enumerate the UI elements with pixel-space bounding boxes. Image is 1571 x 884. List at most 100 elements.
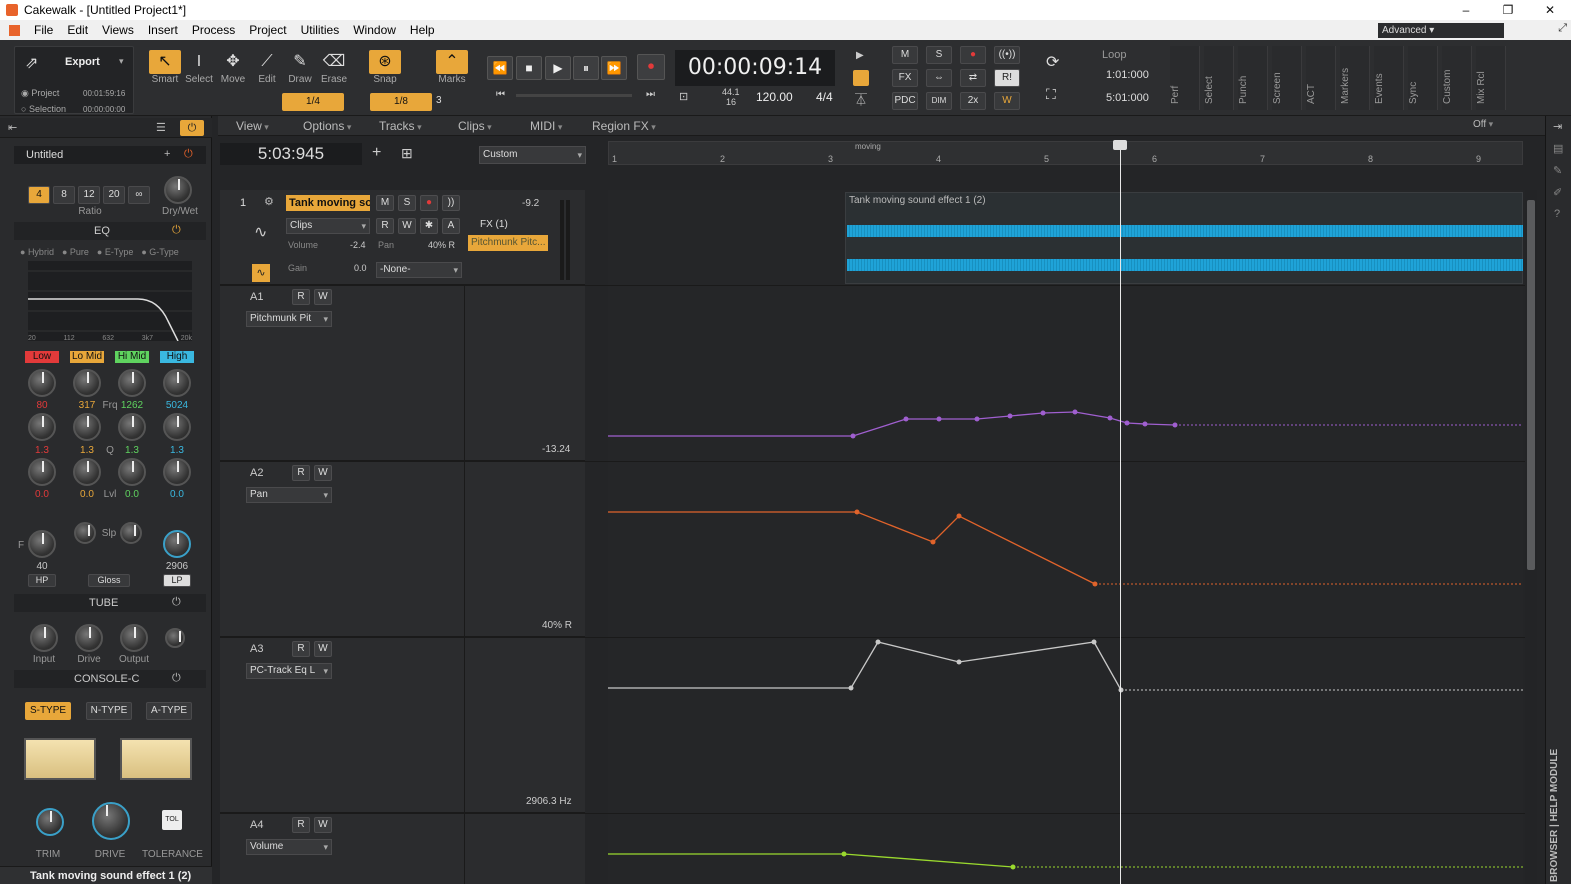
- sync-module[interactable]: Sync: [1408, 46, 1438, 110]
- menu-insert[interactable]: Insert: [141, 23, 185, 37]
- automation-lanes-toggle[interactable]: ∿: [252, 264, 270, 282]
- midi-menu[interactable]: MIDI: [530, 119, 562, 133]
- track-solo-button[interactable]: S: [398, 195, 416, 211]
- high-freq-knob[interactable]: [163, 369, 191, 397]
- screen-module[interactable]: Screen: [1272, 46, 1302, 110]
- band-himid-label[interactable]: Hi Mid: [115, 351, 149, 363]
- lane-a4-read-button[interactable]: R: [292, 817, 310, 833]
- region-fx-menu[interactable]: Region FX: [592, 119, 656, 133]
- lane-a3-read-button[interactable]: R: [292, 641, 310, 657]
- fx-bypass-button[interactable]: FX: [892, 69, 918, 87]
- metronome-toggle[interactable]: ⊡: [679, 90, 688, 103]
- record-button[interactable]: ⏺: [637, 54, 665, 80]
- grid-value-select[interactable]: 1/8: [370, 93, 432, 111]
- marker-moving[interactable]: moving: [855, 142, 881, 151]
- selection-radio[interactable]: ○ Selection: [21, 104, 66, 114]
- list-icon[interactable]: ☰: [156, 121, 166, 134]
- marks-button[interactable]: ⌃ Marks: [436, 50, 468, 88]
- loop-start-value[interactable]: 1:01:000: [1106, 69, 1149, 81]
- lane-a2-param-select[interactable]: Pan: [246, 487, 332, 503]
- move-tool[interactable]: ✥ Move: [217, 50, 249, 88]
- band-lomid-label[interactable]: Lo Mid: [70, 351, 104, 363]
- ratio-inf-button[interactable]: ∞: [128, 186, 150, 204]
- snap-button[interactable]: ⊛ Snap: [369, 50, 401, 88]
- lomid-level-knob[interactable]: [73, 458, 101, 486]
- preset-power-icon[interactable]: ⏻: [184, 148, 193, 161]
- time-display[interactable]: 00:00:09:14: [675, 50, 835, 86]
- track-mute-button[interactable]: M: [376, 195, 394, 211]
- export-button[interactable]: Export: [65, 56, 100, 68]
- low-q-knob[interactable]: [28, 413, 56, 441]
- himid-q-knob[interactable]: [118, 413, 146, 441]
- eq-power-icon[interactable]: ⏻: [172, 224, 181, 237]
- tube-input-knob[interactable]: [30, 624, 58, 652]
- volume-value[interactable]: -2.4: [350, 240, 366, 250]
- fx-bin-label[interactable]: FX (1): [480, 219, 508, 230]
- help-icon[interactable]: ?: [1554, 208, 1560, 220]
- menu-file[interactable]: File: [27, 23, 60, 37]
- fast-forward-button[interactable]: ⏩: [601, 56, 627, 80]
- browser-help-tab[interactable]: BROWSER | HELP MODULE: [1549, 736, 1569, 882]
- himid-level-knob[interactable]: [118, 458, 146, 486]
- track-freeze-button[interactable]: ✱: [420, 218, 438, 234]
- menu-process[interactable]: Process: [185, 23, 242, 37]
- tracks-menu[interactable]: Tracks: [379, 119, 422, 133]
- s-type-button[interactable]: S-TYPE: [25, 702, 71, 720]
- gloss-button[interactable]: Gloss: [88, 574, 130, 587]
- hp-button[interactable]: HP: [28, 574, 56, 587]
- hp-freq-knob[interactable]: [28, 530, 56, 558]
- loop-end-value[interactable]: 5:01:000: [1106, 92, 1149, 104]
- menu-views[interactable]: Views: [95, 23, 141, 37]
- go-to-start-icon[interactable]: ⏮: [496, 89, 505, 100]
- lane-a4-write-button[interactable]: W: [314, 817, 332, 833]
- dry-wet-knob[interactable]: [164, 176, 192, 204]
- track-name-field[interactable]: Tank moving sou: [286, 195, 370, 211]
- timeline-ruler[interactable]: 1 2 3 4 5 6 7 8 9 moving: [608, 140, 1523, 165]
- maximize-button[interactable]: ❐: [1487, 0, 1529, 20]
- lane-a1-param-select[interactable]: Pitchmunk Pit: [246, 311, 332, 327]
- track-input-select[interactable]: -None-: [376, 262, 462, 278]
- expand-icon[interactable]: ⤢: [1558, 22, 1567, 35]
- hp-slope-knob[interactable]: [74, 522, 96, 544]
- edit-tool[interactable]: ⟋ Edit: [251, 50, 283, 88]
- tube-section-header[interactable]: TUBE ⏻: [14, 594, 206, 612]
- menu-project[interactable]: Project: [242, 23, 293, 37]
- lomid-freq-knob[interactable]: [73, 369, 101, 397]
- tube-drive-knob[interactable]: [75, 624, 103, 652]
- arm-all-button[interactable]: ●: [960, 46, 986, 64]
- track-archive-button[interactable]: A: [442, 218, 460, 234]
- console-section-header[interactable]: CONSOLE-C ⏻: [14, 670, 206, 688]
- lp-button[interactable]: LP: [163, 574, 191, 587]
- lane-a2-read-button[interactable]: R: [292, 465, 310, 481]
- menu-help[interactable]: Help: [403, 23, 442, 37]
- high-q-knob[interactable]: [163, 413, 191, 441]
- high-level-knob[interactable]: [163, 458, 191, 486]
- record-mode-icon[interactable]: [853, 70, 869, 86]
- ratio-20-button[interactable]: 20: [103, 186, 125, 204]
- workspace-select[interactable]: Advanced ▾: [1378, 23, 1504, 38]
- eq-mode-pure[interactable]: ● Pure: [62, 247, 89, 257]
- view-menu[interactable]: View: [236, 119, 269, 133]
- power-icon[interactable]: ⏻: [180, 120, 204, 136]
- track-echo-button[interactable]: )): [442, 195, 460, 211]
- lane-a3-param-select[interactable]: PC-Track Eq L: [246, 663, 332, 679]
- menu-utilities[interactable]: Utilities: [294, 23, 347, 37]
- dim-button[interactable]: DIM: [926, 92, 952, 110]
- low-level-knob[interactable]: [28, 458, 56, 486]
- a-type-button[interactable]: A-TYPE: [146, 702, 192, 720]
- lane-a2-header[interactable]: A2 R W Pan 40% R: [220, 462, 585, 637]
- write-automation-button[interactable]: W: [994, 92, 1020, 110]
- collapse-icon[interactable]: ⇤: [8, 121, 17, 134]
- swap-button[interactable]: ⇔: [926, 69, 952, 87]
- snap-value-select[interactable]: 1/4: [282, 93, 344, 111]
- vertical-scrollbar[interactable]: [1525, 190, 1537, 884]
- perf-module[interactable]: Perf: [1170, 46, 1200, 110]
- minimize-button[interactable]: –: [1445, 0, 1487, 20]
- meter-value[interactable]: 4/4: [816, 90, 833, 104]
- ratio-8-button[interactable]: 8: [53, 186, 75, 204]
- lane-a1-read-button[interactable]: R: [292, 289, 310, 305]
- tube-output-knob[interactable]: [120, 624, 148, 652]
- transport-options-icon[interactable]: ▶: [856, 50, 864, 61]
- console-power-icon[interactable]: ⏻: [172, 672, 181, 685]
- automation-envelopes[interactable]: [608, 286, 1523, 884]
